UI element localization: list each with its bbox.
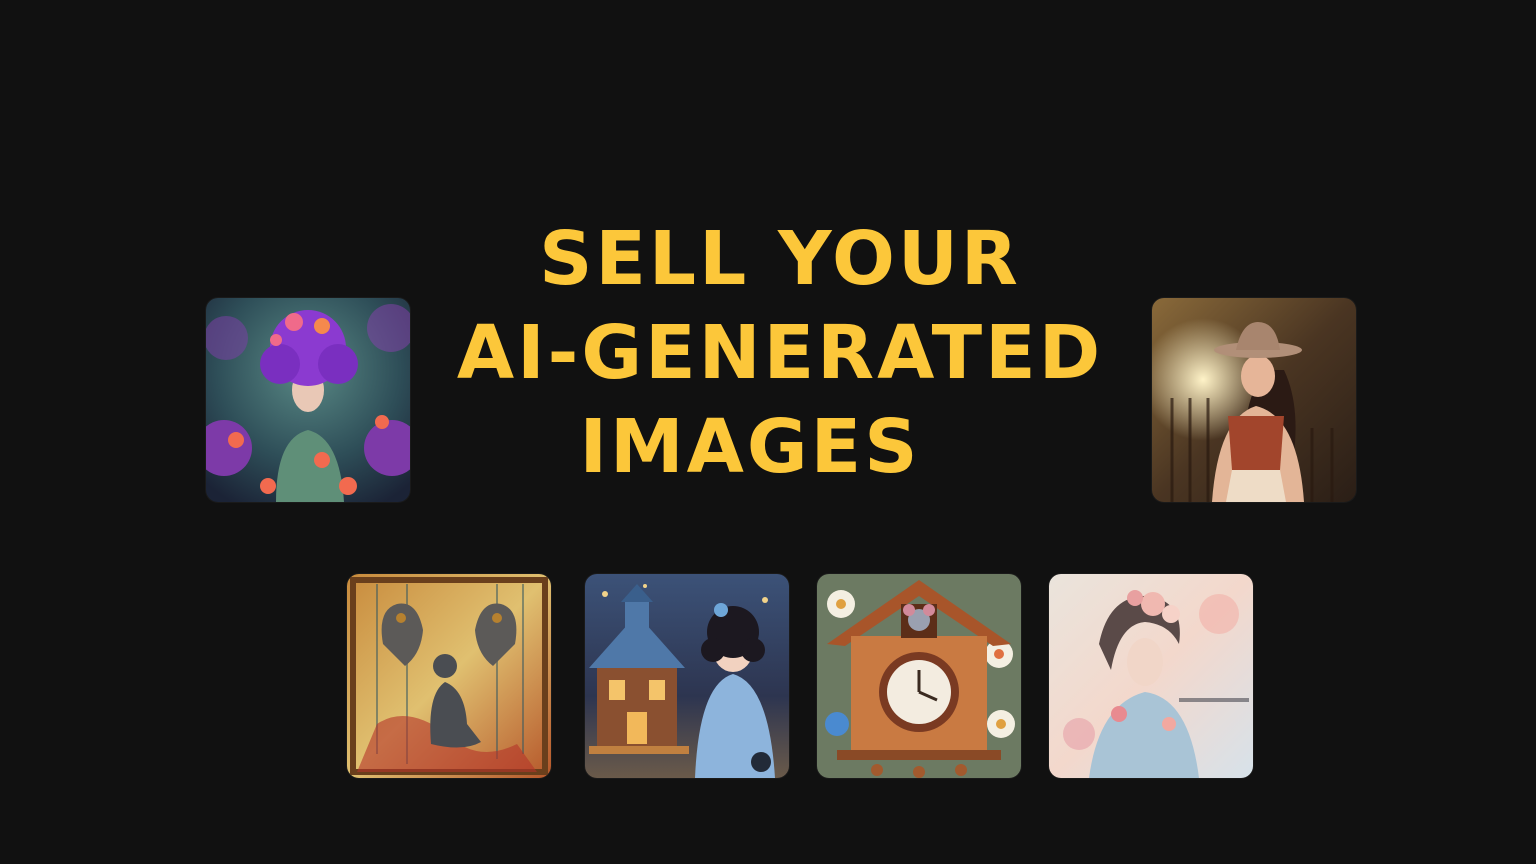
headline: SELL YOUR AI-GENERATED IMAGES xyxy=(440,212,1120,494)
headline-line-2: AI-GENERATED xyxy=(456,310,1104,396)
headline-line-3: IMAGES xyxy=(579,404,921,490)
watercolor-floral-woman-image xyxy=(1049,574,1253,778)
cuckoo-clock-with-mouse-image xyxy=(817,574,1021,778)
woman-in-sun-hat-image xyxy=(1152,298,1356,502)
purple-flower-hair-woman-image xyxy=(206,298,410,502)
poster-canvas: SELL YOUR AI-GENERATED IMAGES xyxy=(0,0,1536,864)
praying-child-with-hands-image xyxy=(347,574,551,778)
headline-line-1: SELL YOUR xyxy=(539,216,1021,302)
girl-with-dollhouse-image xyxy=(585,574,789,778)
